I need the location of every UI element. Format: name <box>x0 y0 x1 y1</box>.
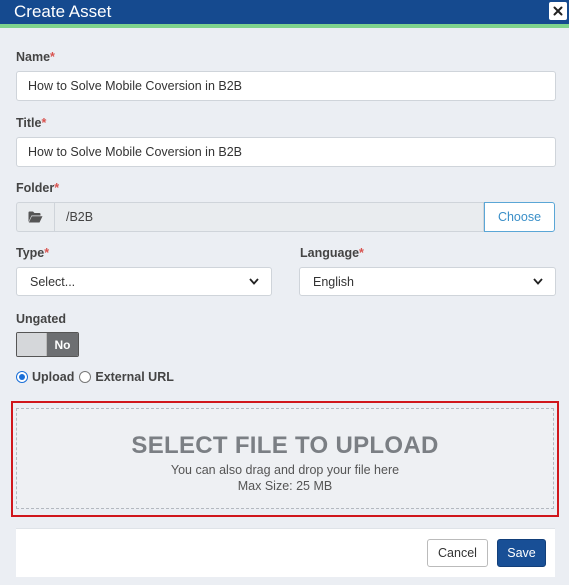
title-input[interactable]: How to Solve Mobile Coversion in B2B <box>16 137 556 167</box>
type-label: Type* <box>16 246 50 260</box>
folder-picker: /B2B Choose <box>16 202 555 232</box>
title-label: Title* <box>16 116 47 130</box>
name-input[interactable]: How to Solve Mobile Coversion in B2B <box>16 71 556 101</box>
cancel-button[interactable]: Cancel <box>427 539 488 567</box>
dialog-header: Create Asset <box>0 0 569 28</box>
close-icon <box>553 6 563 16</box>
dialog-title: Create Asset <box>14 2 112 21</box>
external-url-radio-label: External URL <box>95 370 174 384</box>
close-button[interactable] <box>549 2 567 20</box>
title-input-value: How to Solve Mobile Coversion in B2B <box>28 145 242 159</box>
choose-folder-button[interactable]: Choose <box>484 202 555 232</box>
external-url-radio[interactable] <box>79 371 92 383</box>
folder-path-field: /B2B <box>54 202 484 232</box>
cancel-button-label: Cancel <box>438 546 477 560</box>
toggle-knob <box>17 333 47 356</box>
name-input-value: How to Solve Mobile Coversion in B2B <box>28 79 242 93</box>
ungated-toggle[interactable]: No <box>16 332 79 357</box>
language-label: Language* <box>300 246 364 260</box>
source-radio-group: Upload External URL <box>16 368 174 386</box>
toggle-state: No <box>47 333 78 356</box>
upload-title: SELECT FILE TO UPLOAD <box>131 432 439 459</box>
upload-max-size: Max Size: 25 MB <box>237 479 333 493</box>
folder-icon-box <box>16 202 54 232</box>
save-button-label: Save <box>507 546 536 560</box>
save-button[interactable]: Save <box>497 539 546 567</box>
dialog-footer: Cancel Save <box>16 528 555 577</box>
ungated-label: Ungated <box>16 312 66 326</box>
type-select-value: Select... <box>30 274 76 289</box>
choose-folder-label: Choose <box>497 210 542 224</box>
folder-open-icon <box>28 211 43 223</box>
chevron-down-icon <box>533 278 543 285</box>
chevron-down-icon <box>249 278 259 285</box>
language-select[interactable]: English <box>299 267 556 296</box>
upload-area-highlight: SELECT FILE TO UPLOAD You can also drag … <box>11 401 559 517</box>
required-marker: * <box>54 181 60 195</box>
language-select-value: English <box>313 274 354 289</box>
file-drop-zone[interactable]: SELECT FILE TO UPLOAD You can also drag … <box>16 408 554 509</box>
upload-radio-label: Upload <box>32 370 75 384</box>
required-marker: * <box>41 116 47 130</box>
upload-radio[interactable] <box>16 371 28 383</box>
folder-label: Folder* <box>16 181 60 195</box>
required-marker: * <box>50 50 55 64</box>
upload-subtitle: You can also drag and drop your file her… <box>170 463 400 477</box>
required-marker: * <box>359 246 364 260</box>
type-select[interactable]: Select... <box>16 267 272 296</box>
folder-path-value: /B2B <box>66 210 94 224</box>
required-marker: * <box>44 246 50 260</box>
name-label: Name* <box>16 50 55 64</box>
